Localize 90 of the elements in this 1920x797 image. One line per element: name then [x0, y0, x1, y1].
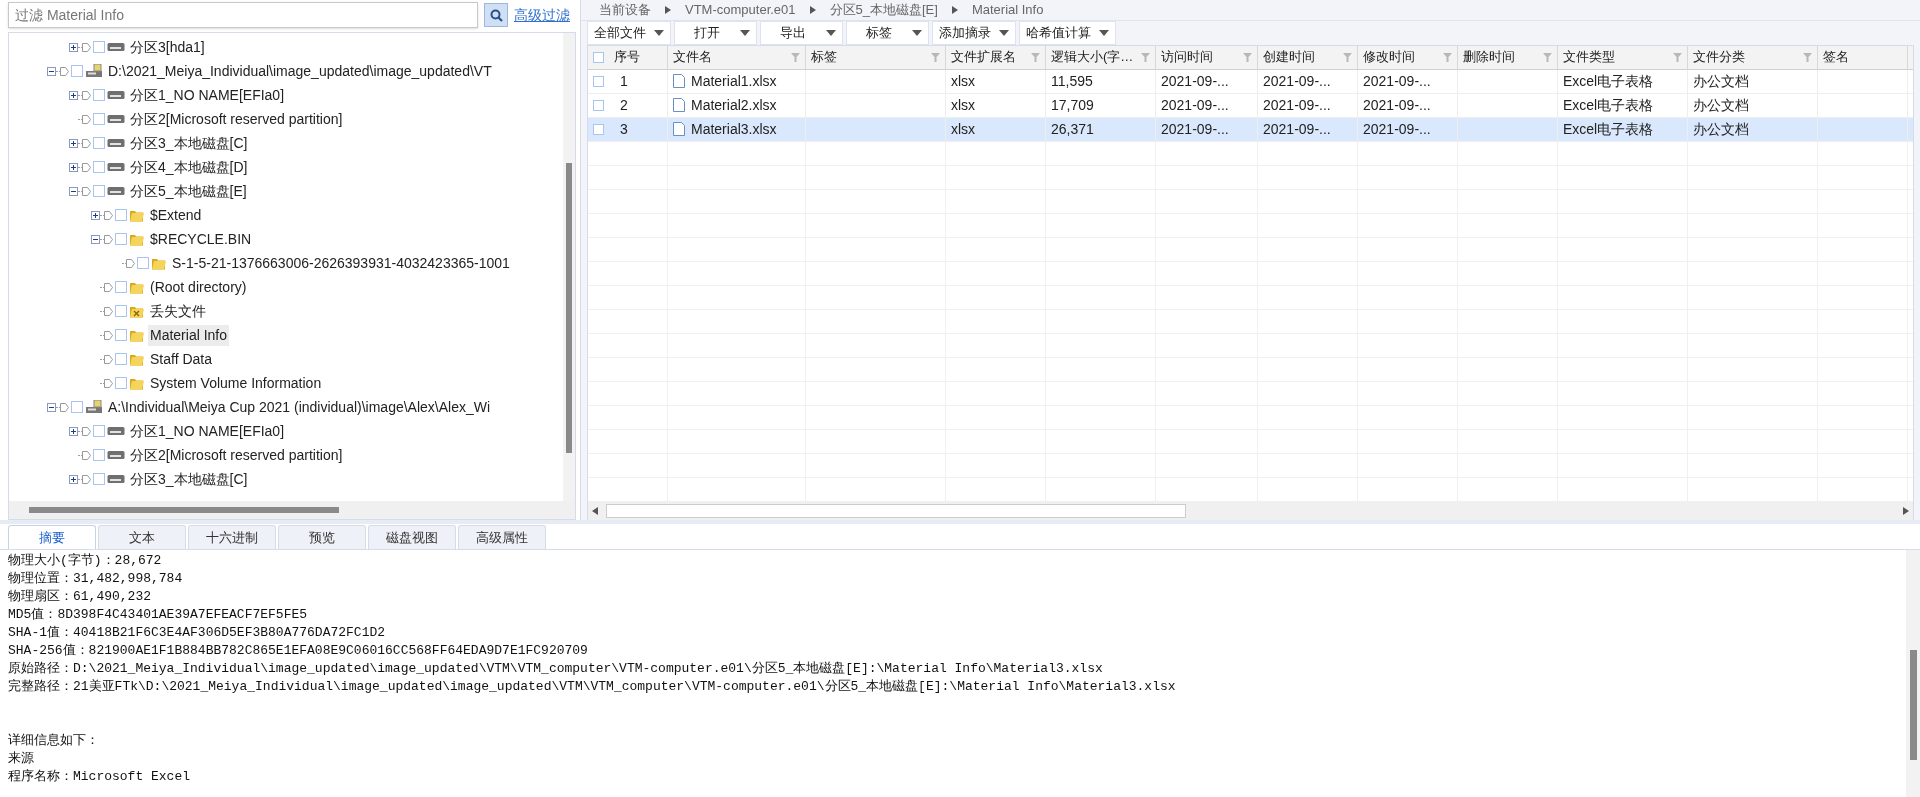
table-cell-text: 2021-09-... [1263, 119, 1331, 139]
dropdown-button[interactable]: 打开 [674, 20, 757, 45]
breadcrumb-item[interactable]: Material Info [971, 0, 1044, 20]
column-header[interactable]: 文件类型 [1563, 47, 1669, 67]
tree-item[interactable]: Material Info [148, 324, 230, 346]
dropdown-button[interactable]: 哈希值计算 [1019, 20, 1116, 45]
tree-item[interactable]: 分区2[Microsoft reserved partition] [128, 108, 345, 130]
table-cell-text: 2021-09-... [1363, 119, 1431, 139]
summary-line: 完整路径：21美亚FTk\D:\2021_Meiya_Individual\image_updated\image_updated\VTM\VTM_computer\VTM-computer.e01\分区5_本地磁盘[E]:\Material Info\Material3.xlsx [8, 678, 1176, 696]
tree-item[interactable]: (Root directory) [148, 276, 249, 298]
tab[interactable]: 预览 [278, 525, 366, 549]
tree-item[interactable]: 分区2[Microsoft reserved partition] [128, 444, 345, 466]
summary-line: 物理位置：31,482,998,784 [8, 570, 183, 588]
column-header[interactable]: 文件扩展名 [951, 47, 1027, 67]
table-cell-text: Excel电子表格 [1563, 119, 1654, 139]
tree-item[interactable]: $Extend [148, 204, 204, 226]
summary-line: SHA-1值：40418B21F6C3E4AF306D5EF3B80A776DA72FC1D2 [8, 624, 386, 642]
table-cell-text: 17,709 [1051, 95, 1094, 115]
table-cell-text: 26,371 [1051, 119, 1094, 139]
tree-item[interactable]: 分区4_本地磁盘[D] [128, 156, 250, 178]
table-cell-text: 2021-09-... [1263, 95, 1331, 115]
summary-line: 物理扇区：61,490,232 [8, 588, 151, 606]
column-header[interactable]: 删除时间 [1463, 47, 1539, 67]
tree-item[interactable]: 分区1_NO NAME[EFIa0] [128, 84, 287, 106]
tree-item[interactable]: D:\2021_Meiya_Individual\image_updated\image_updated\VT [106, 60, 494, 82]
filter-field[interactable]: 过滤 Material Info [8, 2, 478, 28]
tab[interactable]: 摘要 [8, 525, 96, 549]
tree-item[interactable]: S-1-5-21-1376663006-2626393931-4032423365-1001 [170, 252, 512, 274]
table-cell-text: 2021-09-... [1161, 71, 1229, 91]
column-header[interactable]: 文件分类 [1693, 47, 1799, 67]
tree-item[interactable]: System Volume Information [148, 372, 324, 394]
dropdown-button[interactable]: 标签 [846, 20, 929, 45]
summary-line: MD5值：8D398F4C43401AE39A7EFEACF7EF5FE5 [8, 606, 308, 624]
advanced-filter-link[interactable]: 高级过滤 [514, 4, 570, 26]
table-cell-text: 2 [619, 95, 628, 115]
column-header[interactable]: 标签 [811, 47, 927, 67]
summary-line: SHA-256值：821900AE1F1B884BB782C865E1EFA08E9C06016CC568FF64EDA9D7E1FC920709 [8, 642, 588, 660]
column-header[interactable]: 逻辑大小(字… [1051, 47, 1137, 67]
column-header[interactable]: 修改时间 [1363, 47, 1439, 67]
table-cell-text: 办公文档 [1693, 71, 1749, 91]
breadcrumb-item[interactable]: 当前设备 [599, 0, 651, 20]
table-cell-text: 2021-09-... [1363, 71, 1431, 91]
table-cell-text: Material1.xlsx [691, 71, 777, 91]
table-cell-text: xlsx [951, 95, 976, 115]
dropdown-button[interactable]: 导出 [760, 20, 843, 45]
tree-item[interactable]: 分区3[hda1] [128, 36, 207, 58]
table-cell-text: 3 [619, 119, 628, 139]
table-cell-text: 2021-09-... [1263, 71, 1331, 91]
table-cell-text: 2021-09-... [1161, 119, 1229, 139]
tab[interactable]: 十六进制 [188, 525, 276, 549]
tree-item[interactable]: 分区5_本地磁盘[E] [128, 180, 249, 202]
table-cell-text: 2021-09-... [1161, 95, 1229, 115]
dropdown-button[interactable]: 添加摘录 [932, 20, 1016, 45]
column-header[interactable]: 文件名 [673, 47, 787, 67]
column-header[interactable]: 序号 [608, 47, 662, 67]
table-cell-text: 办公文档 [1693, 119, 1749, 139]
table-cell-text: 1 [619, 71, 628, 91]
breadcrumb-item[interactable]: VTM-computer.e01 [685, 0, 796, 20]
table-row[interactable]: 2 Material2.xlsx xlsx 17,709 2021-09-... 2021-09-... 2021-09-... Excel电子表格 办公文档 [588, 93, 1913, 118]
column-header[interactable]: 创建时间 [1263, 47, 1339, 67]
tab[interactable]: 文本 [98, 525, 186, 549]
summary-line: 物理大小(字节)：28,672 [8, 552, 162, 570]
tree-item[interactable]: 分区1_NO NAME[EFIa0] [128, 420, 287, 442]
table-cell-text: Material3.xlsx [691, 119, 777, 139]
table-cell-text: 11,595 [1051, 71, 1093, 91]
tab[interactable]: 磁盘视图 [368, 525, 456, 549]
breadcrumb-item[interactable]: 分区5_本地磁盘[E] [829, 0, 938, 20]
table-cell-text: Excel电子表格 [1563, 95, 1654, 115]
tree-item[interactable]: A:\Individual\Meiya Cup 2021 (individual)\image\Alex\Alex_Wi [106, 396, 493, 418]
column-header[interactable]: 访问时间 [1161, 47, 1239, 67]
tree-item[interactable]: $RECYCLE.BIN [148, 228, 254, 250]
tree-item[interactable]: 分区3_本地磁盘[C] [128, 468, 250, 490]
table-cell-text: xlsx [951, 119, 976, 139]
tree-item[interactable]: 丢失文件 [148, 300, 208, 322]
table-cell-text: Excel电子表格 [1563, 71, 1654, 91]
table-row[interactable]: 1 Material1.xlsx xlsx 11,595 2021-09-... 2021-09-... 2021-09-... Excel电子表格 办公文档 [588, 69, 1913, 94]
column-header[interactable]: 签名 [1823, 47, 1902, 67]
summary-line: 原始路径：D:\2021_Meiya_Individual\image_updated\image_updated\VTM\VTM_computer\VTM-computer.e01\分区5_本地磁盘[E]:\Material Info\Material3.xlsx [8, 660, 1103, 678]
table-cell-text: xlsx [951, 71, 976, 91]
table-cell-text: Material2.xlsx [691, 95, 777, 115]
summary-line: 详细信息如下： [8, 732, 99, 750]
table-row[interactable]: 3 Material3.xlsx xlsx 26,371 2021-09-... 2021-09-... 2021-09-... Excel电子表格 办公文档 [588, 117, 1913, 142]
tree-item[interactable]: Staff Data [148, 348, 214, 370]
summary-line: 程序名称：Microsoft Excel [8, 768, 191, 786]
summary-line: 来源 [8, 750, 34, 768]
dropdown-button[interactable]: 全部文件 [587, 20, 671, 45]
tree-item[interactable]: 分区3_本地磁盘[C] [128, 132, 250, 154]
tab[interactable]: 高级属性 [458, 525, 546, 549]
table-cell-text: 2021-09-... [1363, 95, 1431, 115]
table-cell-text: 办公文档 [1693, 95, 1749, 115]
